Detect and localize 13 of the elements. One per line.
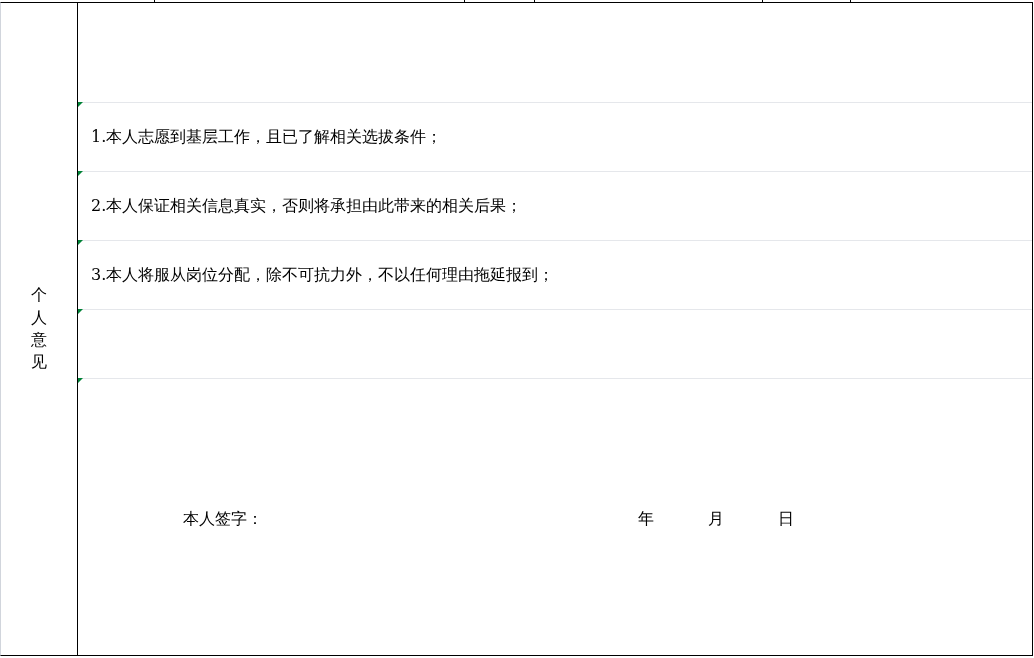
error-indicator-icon bbox=[78, 378, 83, 383]
date-unit-label: 年 bbox=[638, 508, 655, 530]
error-indicator-icon bbox=[78, 102, 83, 107]
error-indicator-icon bbox=[78, 309, 83, 314]
error-indicator-icon bbox=[78, 240, 83, 245]
date-unit-label: 日 bbox=[778, 508, 795, 530]
section-label: 个人意见 bbox=[31, 284, 47, 374]
signature-label: 本人签字： bbox=[183, 508, 264, 530]
date-unit-label: 月 bbox=[708, 508, 725, 530]
statement-text: 1.本人志愿到基层工作，且已了解相关选拔条件； bbox=[91, 126, 443, 148]
error-indicator-icon bbox=[78, 171, 83, 176]
statement-text: 3.本人将服从岗位分配，除不可抗力外，不以任何理由拖延报到； bbox=[91, 264, 555, 286]
statement-text: 2.本人保证相关信息真实，否则将承担由此带来的相关后果； bbox=[91, 195, 523, 217]
